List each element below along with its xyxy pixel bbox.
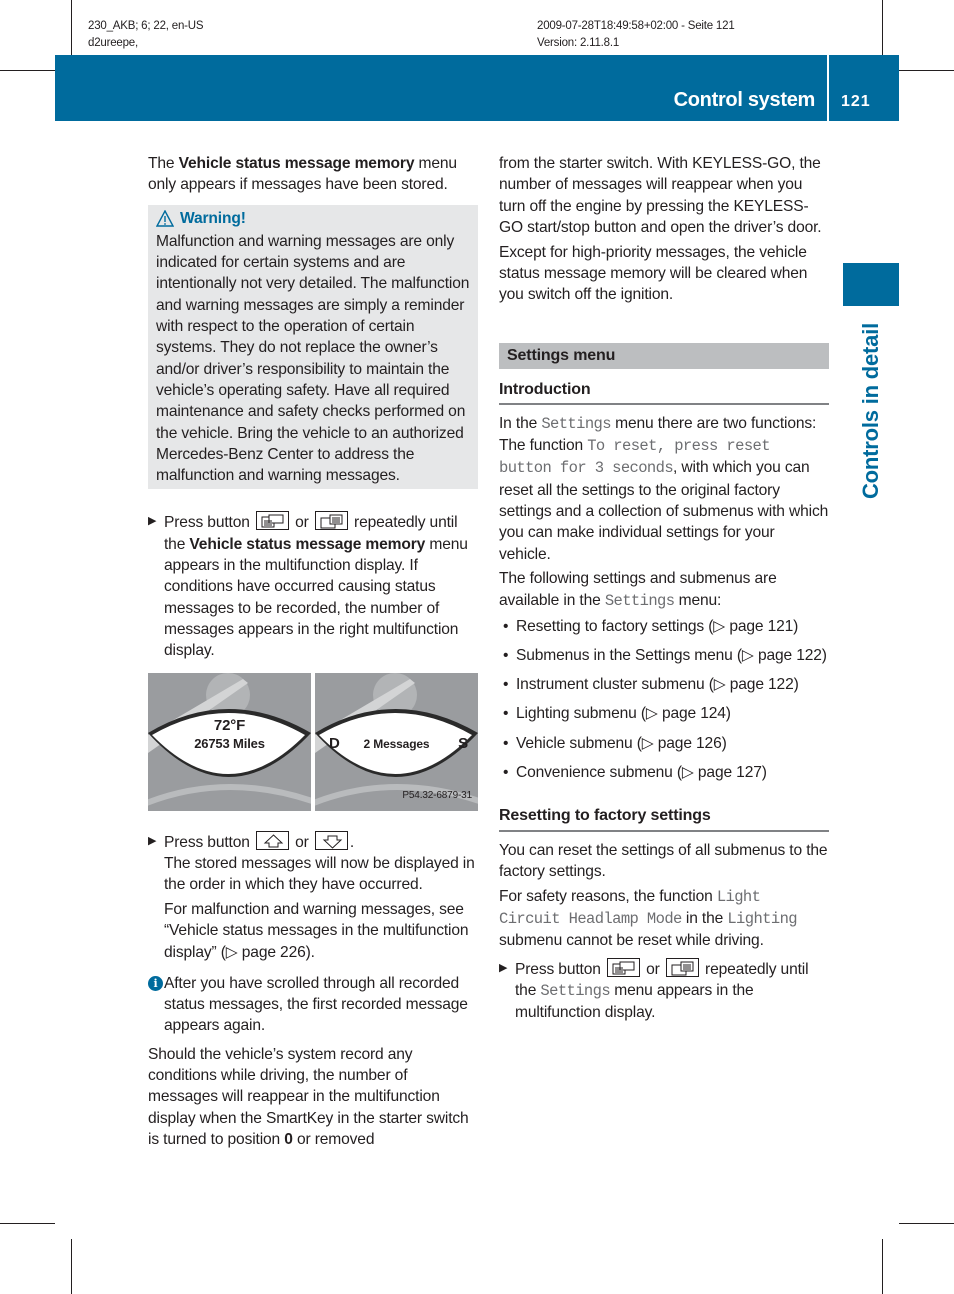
instruction-step: ▶ Press button or repeatedly until the V… — [148, 511, 478, 661]
closing-paragraph: Should the vehicle’s system record any c… — [148, 1045, 469, 1148]
print-meta-right: 2009-07-28T18:49:58+02:00 - Seite 121 Ve… — [537, 18, 735, 52]
crop-mark — [71, 0, 72, 55]
crop-mark — [71, 1239, 72, 1294]
header-divider — [827, 55, 829, 121]
step-result-text: The stored messages will now be displaye… — [164, 854, 475, 894]
step-arrow-icon: ▶ — [499, 961, 508, 974]
display-prev-button-icon — [606, 957, 640, 977]
list-item[interactable]: Lighting submenu (▷ page 124) — [503, 703, 829, 725]
reset-paragraph: You can reset the settings of all submen… — [499, 841, 828, 880]
list-item[interactable]: Convenience submenu (▷ page 127) — [503, 762, 829, 784]
meta-left-line1: 230_AKB; 6; 22, en-US — [88, 20, 204, 32]
list-item[interactable]: Vehicle submenu (▷ page 126) — [503, 733, 829, 755]
left-column: The Vehicle status message memory menu o… — [148, 153, 478, 1154]
crop-mark — [882, 1239, 883, 1294]
crop-mark — [899, 70, 954, 71]
print-meta-left: 230_AKB; 6; 22, en-US d2ureepe, — [88, 18, 204, 52]
section-heading-settings-menu: Settings menu — [499, 342, 829, 369]
step-reference-text: For malfunction and warning messages, se… — [164, 900, 469, 961]
crop-mark — [0, 1223, 55, 1224]
meta-left-line2: d2ureepe, — [88, 37, 138, 49]
meta-right-line2: Version: 2.11.8.1 — [537, 37, 620, 49]
subheading-introduction: Introduction — [499, 379, 829, 405]
available-paragraph: The following settings and submenus are … — [499, 570, 777, 610]
warning-triangle-icon — [156, 209, 174, 227]
cluster-display-left: 72°F 26753 Miles — [148, 672, 311, 811]
display-messages-count: 2 Messages — [363, 736, 430, 751]
settings-submenu-list: Resetting to factory settings (▷ page 12… — [503, 616, 829, 784]
page-number: 121 — [841, 93, 871, 110]
memory-cleared-paragraph: Except for high-priority messages, the v… — [499, 243, 808, 304]
continued-paragraph: from the starter switch. With KEYLESS-GO… — [499, 155, 822, 236]
section-tab-marker — [843, 263, 899, 306]
instruction-step: ▶ Press button or . The stored messages … — [148, 830, 478, 963]
warning-box: Warning! Malfunction and warning message… — [148, 204, 478, 490]
introduction-paragraph: In the Settings menu there are two funct… — [499, 414, 829, 563]
list-item[interactable]: Instrument cluster submenu (▷ page 122) — [503, 674, 829, 696]
step-arrow-icon: ▶ — [148, 834, 157, 847]
list-item[interactable]: Resetting to factory settings (▷ page 12… — [503, 616, 829, 638]
figure-code: P54.32-6879-31 — [402, 790, 472, 802]
crop-mark — [0, 70, 55, 71]
safety-paragraph: For safety reasons, the function Light C… — [499, 887, 798, 950]
info-icon: i — [148, 975, 163, 991]
cluster-display-right: D 2 Messages S P54.32-6879-31 — [315, 672, 478, 811]
arrow-down-button-icon — [314, 830, 348, 850]
header-band: Control system 121 — [55, 55, 899, 121]
meta-right-line1: 2009-07-28T18:49:58+02:00 - Seite 121 — [537, 20, 735, 32]
display-next-button-icon — [314, 511, 348, 531]
instruction-step: ▶ Press button or repeatedly until the S… — [499, 957, 829, 1024]
display-odometer: 26753 Miles — [194, 735, 265, 751]
display-prev-button-icon — [255, 511, 289, 531]
crop-mark — [882, 0, 883, 55]
display-mode-letter: S — [458, 734, 468, 752]
warning-body: Malfunction and warning messages are onl… — [156, 232, 470, 485]
crop-mark — [899, 1223, 954, 1224]
instrument-cluster-figure: 72°F 26753 Miles D 2 Messages S P54.32-6… — [148, 672, 478, 811]
display-next-button-icon — [665, 957, 699, 977]
chapter-title: Control system — [673, 89, 816, 111]
warning-title: Warning! — [180, 209, 246, 227]
list-item[interactable]: Submenus in the Settings menu (▷ page 12… — [503, 645, 829, 667]
right-column: from the starter switch. With KEYLESS-GO… — [499, 153, 829, 1027]
step-arrow-icon: ▶ — [148, 515, 157, 528]
intro-paragraph: The Vehicle status message memory menu o… — [148, 155, 457, 194]
info-note: i After you have scrolled through all re… — [148, 973, 478, 1037]
subheading-resetting: Resetting to factory settings — [499, 805, 829, 832]
arrow-up-button-icon — [255, 830, 289, 850]
section-tab-label: Controls in detail — [858, 322, 883, 500]
